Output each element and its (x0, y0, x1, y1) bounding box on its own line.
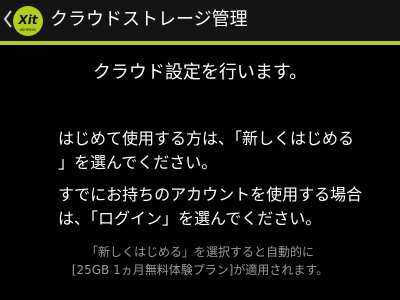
back-button[interactable]: Xit wireless (0, 0, 44, 41)
existing-account-instruction: すでにお持ちのアカウントを使用する場合 は、「ログイン」を選んでください。 (58, 183, 378, 231)
svg-text:Xit: Xit (17, 13, 38, 27)
first-use-instruction: はじめて使用する方は、「新しくはじめる 」を選んでください。 (58, 127, 378, 175)
header-bar: Xit wireless クラウドストレージ管理 (0, 0, 400, 41)
trial-plan-note: 「新しくはじめる」を選択すると自動的に [25GB 1ヵ月無料体験プラン]が適用… (0, 243, 400, 279)
page-title: クラウドストレージ管理 (50, 9, 248, 30)
first-use-line-1: はじめて使用する方は、「新しくはじめる (58, 129, 355, 148)
trial-note-line-1: 「新しくはじめる」を選択すると自動的に (85, 245, 314, 259)
trial-note-line-2: [25GB 1ヵ月無料体験プラン]が適用されます。 (71, 263, 329, 277)
screen: Xit wireless クラウドストレージ管理 クラウド設定を行います。 はじ… (0, 0, 400, 300)
first-use-line-2: 」を選んでください。 (58, 153, 218, 172)
xit-wireless-logo: Xit wireless (13, 6, 43, 36)
lead-heading: クラウド設定を行います。 (92, 62, 308, 83)
existing-account-line-2: は、「ログイン」を選んでください。 (58, 209, 322, 228)
existing-account-line-1: すでにお持ちのアカウントを使用する場合 (58, 185, 363, 204)
svg-text:wireless: wireless (20, 27, 36, 32)
header-accent-rule (0, 41, 400, 45)
